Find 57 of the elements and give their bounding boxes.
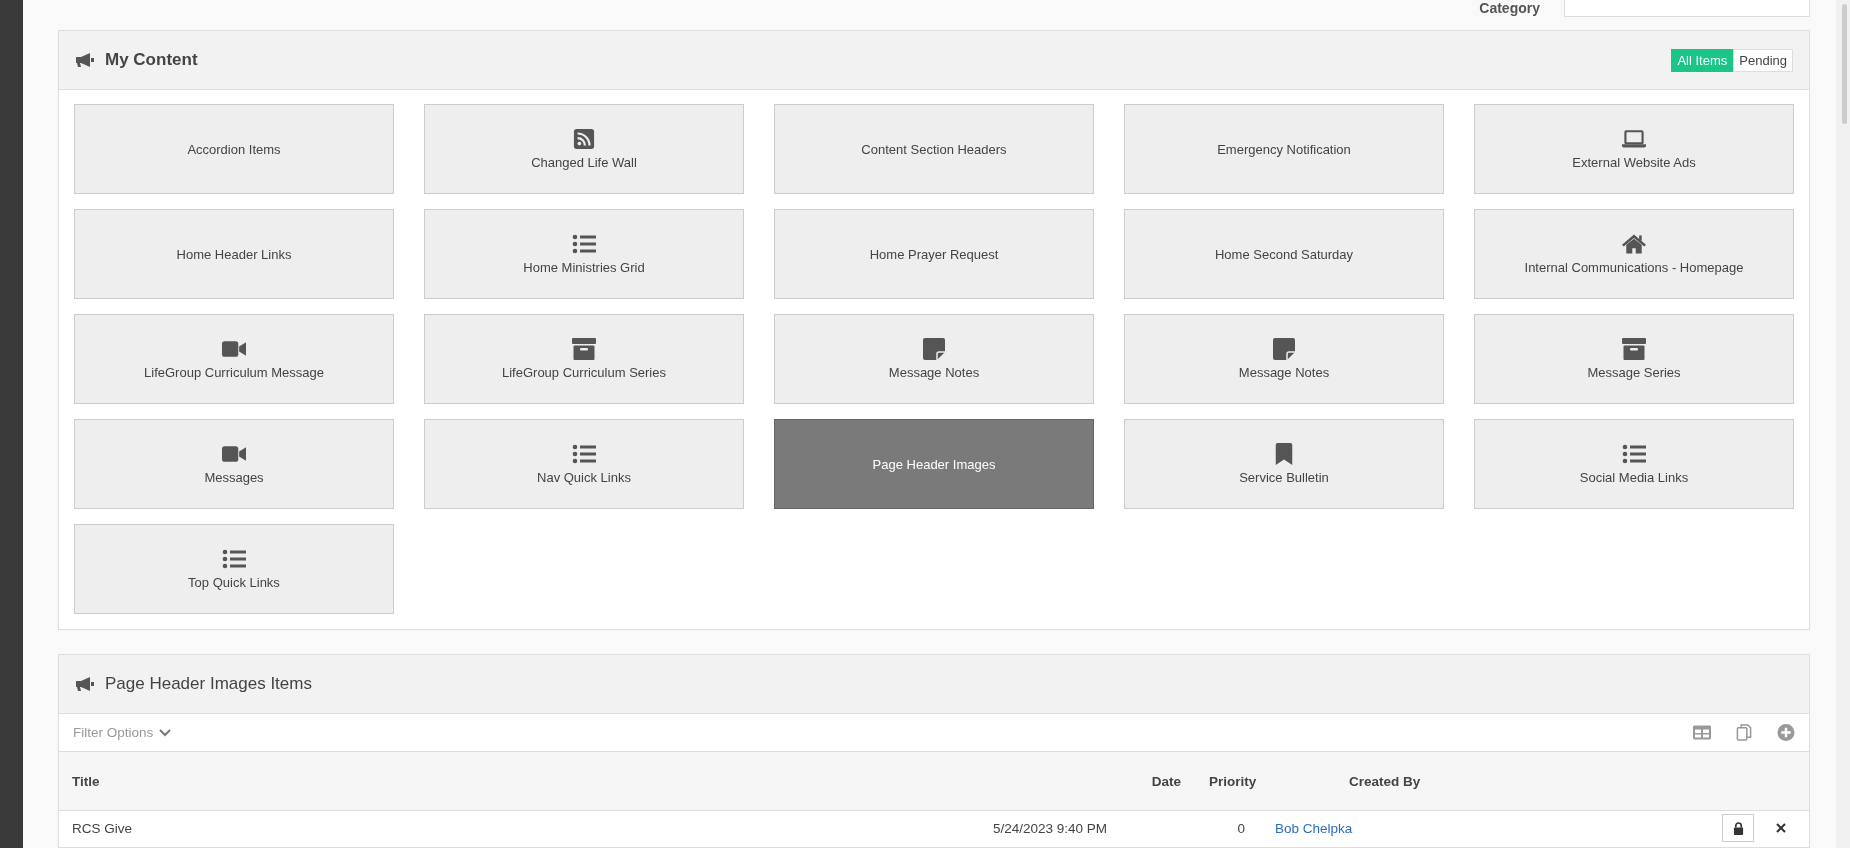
video-camera-icon <box>222 338 246 360</box>
content-type-tile[interactable]: Internal Communications - Homepage <box>1474 209 1794 299</box>
content-type-tile[interactable]: Home Ministries Grid <box>424 209 744 299</box>
content-type-tile[interactable]: External Website Ads <box>1474 104 1794 194</box>
laptop-icon <box>1622 128 1646 150</box>
list-icon <box>572 233 596 255</box>
table-grid-icon[interactable] <box>1693 724 1711 741</box>
lock-icon <box>1732 821 1744 835</box>
column-header: Priority <box>1209 773 1258 789</box>
content-type-tile[interactable]: Home Second Saturday <box>1124 209 1444 299</box>
content-type-tile[interactable]: LifeGroup Curriculum Series <box>424 314 744 404</box>
content-type-tile[interactable]: Message Series <box>1474 314 1794 404</box>
content-type-tile[interactable]: Nav Quick Links <box>424 419 744 509</box>
sticky-note-icon <box>922 338 946 360</box>
content-type-tile[interactable]: Accordion Items <box>74 104 394 194</box>
content-type-tile[interactable]: Social Media Links <box>1474 419 1794 509</box>
close-icon[interactable] <box>1776 823 1786 833</box>
panel-title: Page Header Images Items <box>105 674 313 694</box>
content-type-tile[interactable]: Home Prayer Request <box>774 209 1094 299</box>
filter-toggle-button[interactable]: Pending <box>1733 48 1793 72</box>
content-type-tile[interactable]: LifeGroup Curriculum Message <box>74 314 394 404</box>
category-label: Category <box>1479 0 1540 16</box>
table-cell-text: 0 <box>1236 820 1245 836</box>
content-type-tile[interactable]: Content Section Headers <box>774 104 1094 194</box>
rss-feed-icon <box>572 128 596 150</box>
lock-button[interactable] <box>1722 814 1754 842</box>
column-header: Created By <box>1349 773 1422 789</box>
chevron-down-icon <box>159 728 172 737</box>
content-type-tile[interactable]: Changed Life Wall <box>424 104 744 194</box>
scrollbar-thumb[interactable] <box>1841 4 1847 124</box>
copy-icon[interactable] <box>1735 724 1753 741</box>
category-field[interactable] <box>1564 0 1810 17</box>
content-type-tile[interactable]: Message Notes <box>774 314 1094 404</box>
megaphone-icon <box>75 676 95 692</box>
creator-link[interactable]: Bob Chelpka <box>1275 820 1722 836</box>
column-header: Date <box>1150 773 1181 789</box>
archive-box-icon <box>572 338 596 360</box>
add-icon[interactable] <box>1777 724 1795 741</box>
panel-title: My Content <box>105 50 199 70</box>
column-header: Title <box>72 773 101 789</box>
content-type-tile[interactable]: Service Bulletin <box>1124 419 1444 509</box>
video-camera-icon <box>222 443 246 465</box>
sticky-note-icon <box>1272 338 1296 360</box>
content-type-tile[interactable]: Home Header Links <box>74 209 394 299</box>
content-type-tile[interactable]: Top Quick Links <box>74 524 394 614</box>
list-icon <box>222 548 246 570</box>
content-type-tile[interactable]: Messages <box>74 419 394 509</box>
list-icon <box>1622 443 1646 465</box>
content-type-tile[interactable]: Message Notes <box>1124 314 1444 404</box>
table-cell-text: 5/24/2023 9:40 PM <box>991 820 1107 836</box>
table-cell-text: RCS Give <box>72 820 133 836</box>
content-type-tile[interactable]: Page Header Images <box>774 419 1094 509</box>
house-icon <box>1622 233 1646 255</box>
content-type-tile[interactable]: Emergency Notification <box>1124 104 1444 194</box>
archive-box-icon <box>1622 338 1646 360</box>
list-icon <box>572 443 596 465</box>
megaphone-icon <box>75 52 95 68</box>
